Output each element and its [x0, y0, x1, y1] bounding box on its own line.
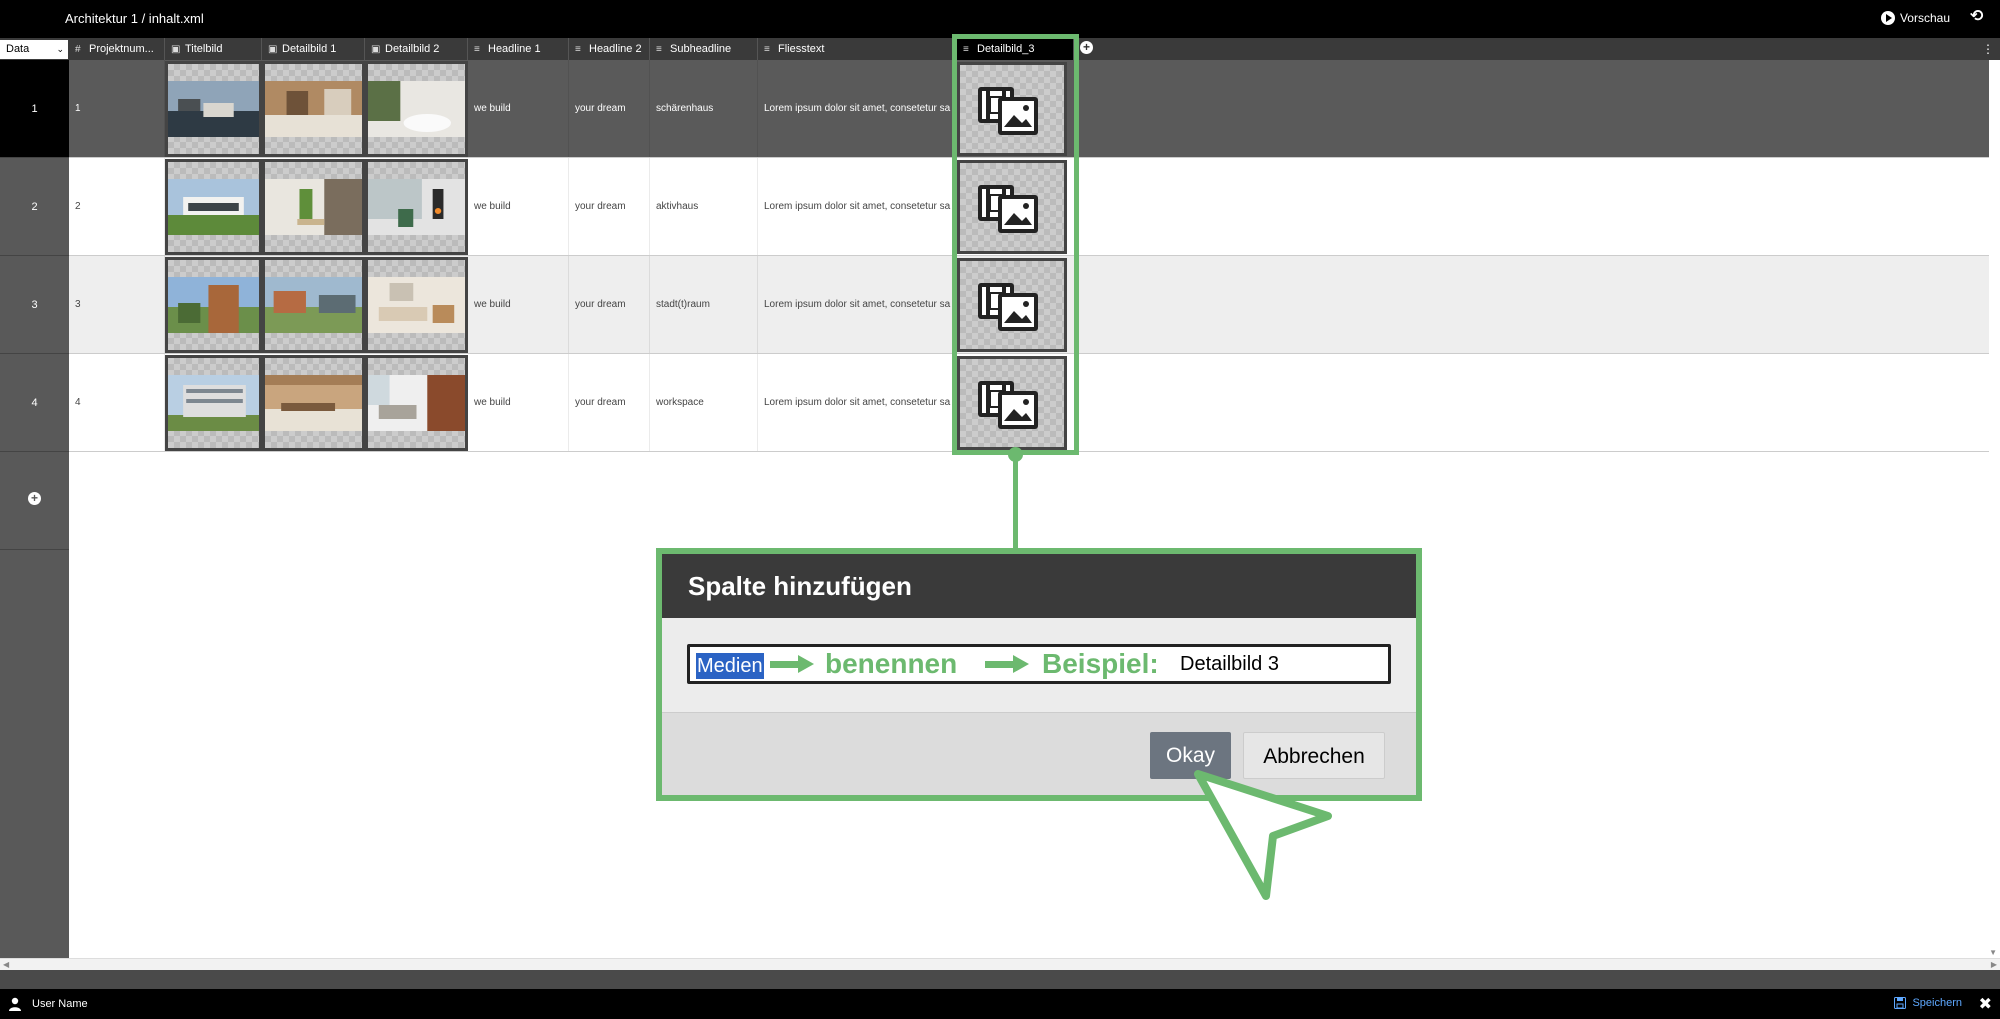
image-thumbnail — [168, 179, 259, 235]
example-value: Detailbild 3 — [1180, 653, 1279, 675]
image-icon: ▣ — [171, 44, 181, 55]
floppy-disk-icon — [1894, 997, 1907, 1009]
cell-headline-1[interactable]: we build — [468, 256, 569, 353]
scroll-right-icon[interactable]: ▶ — [1991, 960, 1997, 969]
text-icon: ≡ — [474, 44, 480, 55]
cell-headline-2[interactable]: your dream — [569, 354, 650, 451]
pointer-cursor-icon — [1194, 770, 1332, 900]
row-number[interactable]: 4 — [0, 354, 69, 452]
preview-button[interactable]: Vorschau — [1880, 11, 1950, 25]
image-cell-detailbild-1[interactable] — [262, 355, 365, 451]
column-header-subheadline[interactable]: ≡ Subheadline — [650, 38, 758, 60]
row-number[interactable]: 2 — [0, 158, 69, 256]
dialog-title: Spalte hinzufügen — [662, 554, 1416, 618]
dialog-body: Medien benennen Beispiel: Detailbild 3 — [662, 618, 1416, 713]
cell-headline-2[interactable]: your dream — [569, 158, 650, 255]
user-icon — [9, 997, 21, 1011]
cell-headline-1[interactable]: we build — [468, 354, 569, 451]
file-title: Architektur 1 / inhalt.xml — [65, 11, 204, 26]
image-cell-titelbild[interactable] — [165, 355, 262, 451]
image-thumbnail — [368, 375, 465, 431]
bottom-bar: User Name Speichern ✖ — [0, 989, 2000, 1019]
image-thumbnail — [168, 277, 259, 333]
cell-projektnummer[interactable]: 3 — [69, 256, 165, 353]
cell-headline-1[interactable]: we build — [468, 158, 569, 255]
close-icon[interactable]: ✖ — [1979, 994, 1992, 1014]
add-row-icon[interactable]: + — [28, 492, 41, 505]
column-header-fliesstext[interactable]: ≡ Fliesstext — [758, 38, 954, 60]
cell-subheadline[interactable]: aktivhaus — [650, 158, 758, 255]
save-label: Speichern — [1912, 997, 1962, 1009]
image-thumbnail — [368, 277, 465, 333]
column-header-titelbild[interactable]: ▣ Titelbild — [165, 38, 262, 60]
annotation-beispiel: Beispiel: — [1042, 648, 1159, 679]
column-header-detailbild-2[interactable]: ▣ Detailbild 2 — [365, 38, 468, 60]
cell-projektnummer[interactable]: 2 — [69, 158, 165, 255]
save-button[interactable]: Speichern — [1894, 997, 1962, 1009]
image-thumbnail — [265, 375, 362, 431]
chevron-down-icon: ⌄ — [56, 44, 64, 54]
column-highlight-annotation — [952, 34, 1079, 455]
data-select[interactable]: Data ⌄ — [0, 40, 68, 59]
image-cell-detailbild-2[interactable] — [365, 257, 468, 353]
scroll-left-icon[interactable]: ◀ — [3, 960, 9, 969]
text-icon: ≡ — [764, 44, 770, 55]
image-cell-detailbild-2[interactable] — [365, 159, 468, 255]
image-thumbnail — [368, 81, 465, 137]
annotation-connector-line — [1013, 455, 1018, 550]
cell-subheadline[interactable]: stadt(t)raum — [650, 256, 758, 353]
cell-fliesstext[interactable]: Lorem ipsum dolor sit amet, consetetur s… — [758, 158, 954, 255]
cell-subheadline[interactable]: schärenhaus — [650, 60, 758, 157]
hash-icon: # — [75, 44, 81, 55]
more-vertical-icon[interactable]: ⋮ — [1982, 42, 1994, 56]
cell-projektnummer[interactable]: 4 — [69, 354, 165, 451]
image-thumbnail — [168, 81, 259, 137]
cell-headline-2[interactable]: your dream — [569, 256, 650, 353]
text-icon: ≡ — [575, 44, 581, 55]
status-strip — [0, 970, 2000, 989]
cell-headline-2[interactable]: your dream — [569, 60, 650, 157]
image-thumbnail — [265, 81, 362, 137]
cell-subheadline[interactable]: workspace — [650, 354, 758, 451]
annotation-benennen: benennen — [825, 648, 958, 679]
cell-headline-1[interactable]: we build — [468, 60, 569, 157]
image-cell-detailbild-1[interactable] — [262, 61, 365, 157]
image-cell-detailbild-1[interactable] — [262, 159, 365, 255]
scroll-down-icon[interactable]: ▼ — [1989, 948, 1997, 957]
image-thumbnail — [265, 277, 362, 333]
selected-input-text: Medien — [696, 653, 764, 679]
image-thumbnail — [168, 375, 259, 431]
cell-fliesstext[interactable]: Lorem ipsum dolor sit amet, consetetur s… — [758, 354, 954, 451]
column-header-projektnummer[interactable]: # Projektnum... — [69, 38, 165, 60]
row-number[interactable]: 3 — [0, 256, 69, 354]
cell-fliesstext[interactable]: Lorem ipsum dolor sit amet, consetetur s… — [758, 60, 954, 157]
image-thumbnail — [265, 179, 362, 235]
add-column-dialog: Spalte hinzufügen Medien benennen Beispi… — [662, 554, 1416, 795]
image-cell-detailbild-2[interactable] — [365, 61, 468, 157]
column-name-input[interactable]: Medien benennen Beispiel: Detailbild 3 — [687, 644, 1391, 684]
add-column-icon[interactable]: + — [1080, 41, 1093, 54]
image-cell-titelbild[interactable] — [165, 61, 262, 157]
play-icon — [1880, 11, 1895, 25]
reload-icon[interactable]: ⟲ — [1970, 9, 1986, 25]
image-cell-detailbild-2[interactable] — [365, 355, 468, 451]
column-header-headline-1[interactable]: ≡ Headline 1 — [468, 38, 569, 60]
preview-label: Vorschau — [1899, 11, 1950, 25]
image-icon: ▣ — [268, 44, 278, 55]
user-name: User Name — [32, 998, 88, 1010]
image-thumbnail — [368, 179, 465, 235]
cell-fliesstext[interactable]: Lorem ipsum dolor sit amet, consetetur s… — [758, 256, 954, 353]
row-number[interactable]: 1 — [0, 60, 69, 158]
horizontal-scrollbar[interactable]: ◀ ▶ — [0, 958, 2000, 970]
image-cell-titelbild[interactable] — [165, 159, 262, 255]
image-cell-titelbild[interactable] — [165, 257, 262, 353]
column-header-detailbild-1[interactable]: ▣ Detailbild 1 — [262, 38, 365, 60]
row-number-column: 1 2 3 4 — [0, 60, 69, 958]
text-icon: ≡ — [656, 44, 662, 55]
cell-projektnummer[interactable]: 1 — [69, 60, 165, 157]
image-cell-detailbild-1[interactable] — [262, 257, 365, 353]
column-header-headline-2[interactable]: ≡ Headline 2 — [569, 38, 650, 60]
top-bar: Architektur 1 / inhalt.xml Vorschau ⟲ — [0, 0, 2000, 38]
image-icon: ▣ — [371, 44, 381, 55]
